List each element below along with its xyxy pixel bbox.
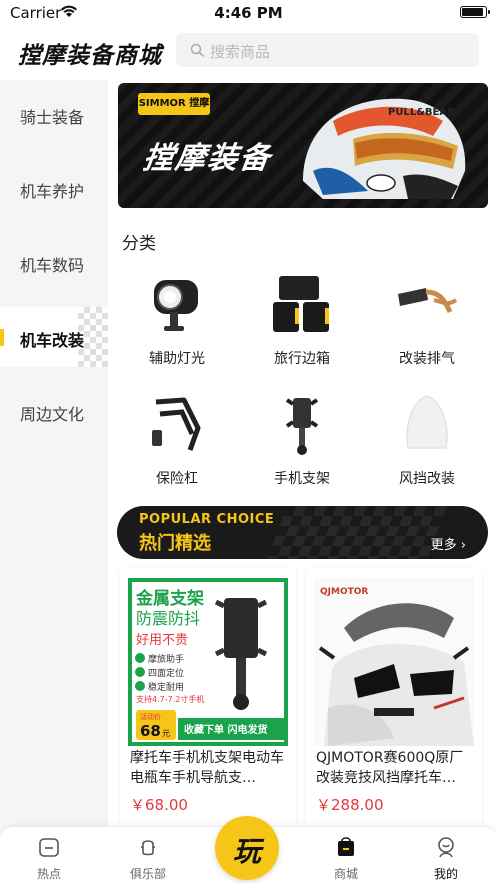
category-item-luggage[interactable]: 旅行边箱: [247, 272, 357, 382]
popular-choice-banner: POPULAR CHOICE 热门精选 更多 ›: [117, 506, 488, 559]
header: 摚摩装备商城 搜索商品: [0, 28, 497, 76]
img-cta: 收藏下单 闪电发货: [184, 723, 267, 736]
search-input[interactable]: 搜索商品: [176, 33, 479, 67]
category-label: 改装排气: [399, 351, 455, 367]
category-item-exhaust[interactable]: 改装排气: [372, 272, 482, 382]
sidebar-item-digital[interactable]: 机车数码: [0, 232, 108, 292]
tab-label: 热点: [36, 867, 61, 881]
img-price: 68: [140, 722, 161, 740]
helmet-image: PULL&BEAR: [303, 98, 466, 199]
img-feature: 摩旅助手: [148, 653, 184, 665]
category-label: 风挡改装: [399, 471, 455, 487]
promo-banner[interactable]: SIMMOR 摚摩 摚摩装备 PULL&BEAR: [118, 83, 488, 208]
sidebar-item-rider-gear[interactable]: 骑士装备: [0, 84, 108, 144]
more-link[interactable]: 更多 ›: [431, 534, 466, 553]
category-label: 辅助灯光: [149, 351, 205, 367]
sidebar-item-maintenance[interactable]: 机车养护: [0, 158, 108, 218]
tab-label: 我的: [433, 867, 458, 881]
product-image: QJMOTOR: [314, 578, 474, 746]
product-price: ￥68.00: [130, 796, 188, 814]
category-sidebar: 骑士装备 机车养护 机车数码 机车改装 周边文化: [0, 80, 108, 840]
category-label: 保险杠: [156, 471, 198, 487]
tab-hot[interactable]: 热点: [9, 827, 89, 883]
sidebar-item-label: 机车养护: [20, 182, 85, 201]
tab-club[interactable]: 俱乐部: [108, 827, 188, 883]
bumper-icon: [152, 397, 201, 451]
status-bar: Carrier 4:46 PM: [0, 0, 497, 28]
profile-icon: [438, 837, 454, 858]
img-feature: 四面定位: [148, 667, 184, 679]
category-item-phone-mount[interactable]: 手机支架: [247, 392, 357, 502]
more-label: 更多: [430, 538, 457, 553]
clock: 4:46 PM: [214, 4, 283, 22]
category-item-bumper[interactable]: 保险杠: [122, 392, 232, 502]
img-headline: 金属支架: [135, 588, 204, 609]
category-label: 手机支架: [274, 471, 330, 487]
sidebar-item-culture[interactable]: 周边文化: [0, 381, 108, 441]
brand-logo: SIMMOR 摚摩: [138, 93, 210, 115]
product-name: QJMOTOR赛600Q原厂改装竞技风挡摩托车…: [316, 750, 464, 786]
tab-label: 俱乐部: [129, 867, 166, 881]
page-title: 摚摩装备商城: [18, 43, 162, 69]
sidebar-item-label: 机车数码: [20, 256, 85, 275]
img-sub: 防震防抖: [136, 609, 200, 628]
category-section-title: 分类: [122, 234, 156, 254]
img-unit: 元: [162, 729, 170, 738]
sidebar-item-label: 机车改装: [20, 331, 85, 350]
tab-label: 商城: [333, 867, 358, 881]
img-brand: QJMOTOR: [320, 587, 368, 597]
play-button[interactable]: 玩: [215, 816, 279, 880]
checker-decoration: [267, 506, 447, 559]
battery-icon: [460, 6, 490, 18]
windshield-icon: [406, 395, 448, 449]
product-price: ￥288.00: [316, 796, 384, 814]
popular-title-zh: 热门精选: [139, 533, 211, 554]
chevron-right-icon: ›: [456, 538, 466, 553]
product-image: 金属支架 防震防抖 好用不贵 摩旅助手 四面定位 稳定耐用 支持4.7-7.2寸…: [128, 578, 288, 746]
img-support: 支持4.7-7.2寸手机: [136, 694, 204, 704]
banner-slogan: 摚摩装备: [141, 141, 274, 176]
search-placeholder: 搜索商品: [210, 43, 271, 61]
phone-mount-icon: [285, 398, 319, 455]
spotlight-icon: [154, 280, 198, 331]
category-label: 旅行边箱: [274, 351, 330, 367]
sidebar-item-modification[interactable]: 机车改装: [0, 307, 108, 367]
shop-bag-icon: [338, 837, 354, 856]
sidebar-item-label: 骑士装备: [20, 108, 85, 127]
category-item-windshield[interactable]: 风挡改装: [372, 392, 482, 502]
img-feature: 稳定耐用: [148, 681, 184, 693]
exhaust-pipe-icon: [398, 288, 458, 314]
luggage-box-icon: [273, 276, 329, 332]
product-card[interactable]: 金属支架 防震防抖 好用不贵 摩旅助手 四面定位 稳定耐用 支持4.7-7.2寸…: [120, 568, 296, 838]
img-promo: 活动价: [140, 712, 161, 721]
helmet-text: PULL&BEAR: [388, 107, 455, 118]
play-icon: 玩: [232, 835, 261, 868]
product-card[interactable]: QJMOTOR QJMOTOR赛600Q原厂改装竞技风挡摩托车… ￥288.00: [306, 568, 482, 838]
tab-profile[interactable]: 我的: [406, 827, 486, 883]
club-icon: [141, 840, 155, 856]
active-indicator: [0, 329, 4, 346]
img-cheap: 好用不贵: [136, 633, 188, 648]
popular-title-en: POPULAR CHOICE: [139, 512, 275, 527]
tab-shop[interactable]: 商城: [306, 827, 386, 883]
hot-topics-icon: [39, 838, 59, 857]
search-icon: [190, 43, 204, 57]
sidebar-item-label: 周边文化: [20, 405, 85, 424]
product-name: 摩托车手机机支架电动车电瓶车手机导航支…: [130, 750, 284, 786]
category-item-spotlight[interactable]: 辅助灯光: [122, 272, 232, 382]
